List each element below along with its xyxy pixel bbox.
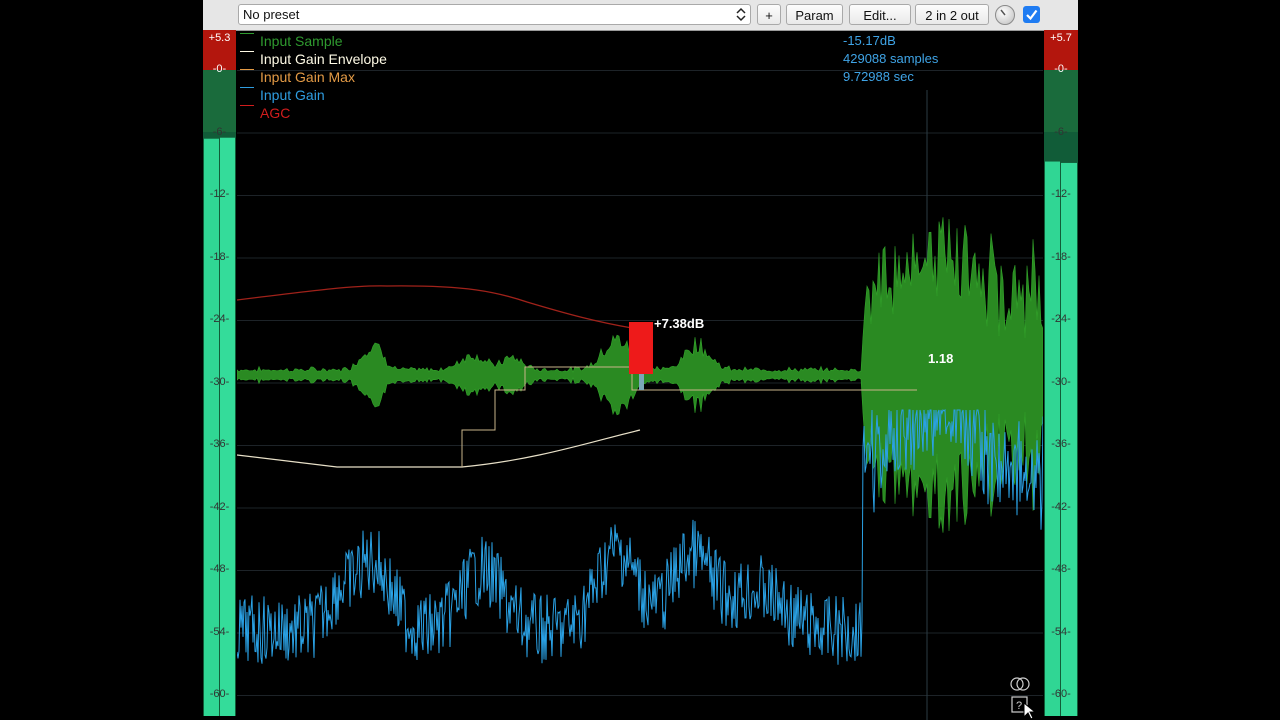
legend-input-gain: Input Gain (240, 87, 325, 103)
plugin-window: No preset + Param Edit... 2 in 2 out +5.… (203, 0, 1078, 720)
preset-value: No preset (243, 7, 300, 22)
legend-agc: AGC (240, 105, 291, 121)
svg-text:?: ? (1016, 700, 1022, 712)
ratio-label: 1.18 (928, 351, 954, 366)
legend-swatch (240, 69, 254, 70)
legend-swatch (240, 33, 254, 34)
meter-scale-label: -48- (1051, 563, 1071, 575)
legend-label: Input Sample (260, 33, 343, 49)
input-level-meter: +5.3 -0- -6- -12- -18- -24- -30- -36- -42- -48- -… (203, 30, 236, 716)
legend-input-sample: Input Sample (240, 33, 343, 49)
edit-button[interactable]: Edit... (849, 4, 911, 25)
legend-swatch (240, 51, 254, 52)
meter-scale-label: -24- (1051, 313, 1071, 325)
legend-swatch (240, 87, 254, 88)
meter-scale-label: -42- (1051, 500, 1071, 513)
readout-samples: 429088 samples (843, 51, 939, 66)
meter-scale-label: -24- (209, 313, 230, 325)
mouse-cursor-icon (1023, 702, 1037, 720)
bypass-checkbox[interactable] (1023, 6, 1040, 23)
meter-scale-label: -36- (1051, 438, 1071, 450)
meter-scale-label: -60- (209, 688, 230, 700)
clip-indicator: +5.3 (208, 32, 231, 44)
knob-pointer-icon (1000, 9, 1006, 16)
wet-knob[interactable] (995, 5, 1015, 25)
legend-label: Input Gain Max (260, 69, 355, 85)
meter-scale-label: -48- (209, 563, 230, 575)
meter-scale-label: -6- (212, 125, 227, 138)
add-preset-button[interactable]: + (757, 4, 781, 25)
legend-input-gain-envelope: Input Gain Envelope (240, 51, 387, 67)
analyzer-graph: Input Sample Input Gain Envelope Input G… (237, 30, 1043, 720)
meter-scale-label: -18- (209, 250, 230, 263)
legend-label: AGC (260, 105, 291, 121)
updown-arrows-icon (736, 7, 746, 22)
meter-scale-label: -54- (1051, 625, 1071, 638)
readout-time: 9.72988 sec (843, 69, 914, 84)
param-button[interactable]: Param (786, 4, 843, 25)
meter-scale-label: -18- (1051, 250, 1071, 263)
legend-input-gain-max: Input Gain Max (240, 69, 355, 85)
rings-icon[interactable] (1009, 676, 1031, 692)
marker-stem (639, 374, 644, 390)
gain-badge-label: +7.38dB (654, 316, 705, 331)
legend-label: Input Gain (260, 87, 325, 103)
toolbar: No preset + Param Edit... 2 in 2 out (203, 0, 1078, 31)
meter-scale-label: -60- (1051, 688, 1071, 700)
meter-scale-label: -0- (212, 63, 227, 75)
meter-scale-label: -12- (209, 188, 230, 200)
clip-indicator: +5.7 (1050, 32, 1072, 44)
meter-scale-label: -12- (1051, 188, 1071, 200)
legend-swatch (240, 105, 254, 106)
gain-reduction-marker (629, 322, 653, 374)
meter-scale-label: -6- (1054, 125, 1068, 138)
readout-level: -15.17dB (843, 33, 896, 48)
graph-canvas (237, 70, 1043, 720)
agc-curve (237, 285, 633, 329)
output-level-meter: +5.7 -0- -6- -12- -18- -24- -30- -36- -42- -48- -… (1044, 30, 1078, 716)
preset-select[interactable]: No preset (238, 4, 751, 25)
meter-scale-label: -36- (209, 438, 230, 450)
input-gain-envelope-curve (237, 429, 641, 468)
meter-scale-label: -30- (1051, 375, 1071, 388)
meter-scale-label: -0- (1054, 63, 1068, 75)
meter-scale-label: -30- (209, 375, 230, 388)
checkmark-icon (1026, 9, 1038, 21)
meter-scale-label: -54- (209, 625, 230, 638)
legend-label: Input Gain Envelope (260, 51, 387, 67)
io-config-button[interactable]: 2 in 2 out (915, 4, 989, 25)
meter-scale-label: -42- (209, 500, 230, 513)
